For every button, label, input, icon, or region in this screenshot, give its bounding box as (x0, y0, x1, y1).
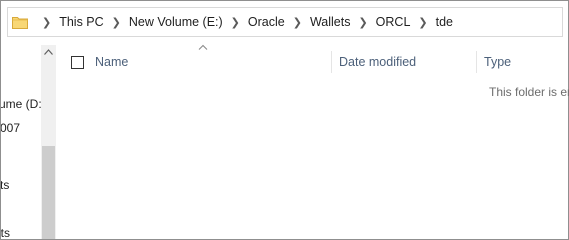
breadcrumb-oracle[interactable]: ❯ Oracle (223, 15, 285, 29)
chevron-right-icon[interactable]: ❯ (418, 16, 427, 29)
chevron-right-icon[interactable]: ❯ (42, 16, 51, 29)
column-label: Date modified (339, 55, 417, 69)
chevron-right-icon[interactable]: ❯ (293, 16, 302, 29)
scroll-up-button[interactable] (41, 45, 56, 59)
column-label: Type (484, 55, 512, 69)
nav-item-drive-d[interactable]: ume (D: (1, 97, 42, 111)
empty-folder-message: This folder is em (489, 85, 569, 99)
nav-scrollbar[interactable] (41, 45, 56, 239)
breadcrumb-label[interactable]: ORCL (376, 15, 411, 29)
column-header-date-modified[interactable]: Date modified (331, 51, 483, 73)
breadcrumb-wallets[interactable]: ❯ Wallets (285, 15, 351, 29)
chevron-right-icon[interactable]: ❯ (231, 16, 240, 29)
chevron-up-icon (44, 49, 53, 55)
breadcrumb-orcl[interactable]: ❯ ORCL (350, 15, 410, 29)
scroll-thumb[interactable] (42, 146, 55, 239)
breadcrumb-label[interactable]: Wallets (310, 15, 351, 29)
column-header-name[interactable]: Name (71, 51, 329, 73)
breadcrumb-this-pc[interactable]: ❯ This PC (34, 15, 104, 29)
breadcrumb-new-volume[interactable]: ❯ New Volume (E:) (104, 15, 223, 29)
select-all-checkbox[interactable] (71, 55, 84, 69)
sort-ascending-icon (198, 44, 208, 50)
chevron-right-icon[interactable]: ❯ (358, 16, 367, 29)
breadcrumb-label[interactable]: This PC (59, 15, 103, 29)
file-list: Name Date modified Type This folder is e… (57, 41, 569, 239)
nav-item-folder[interactable]: 007 (1, 121, 20, 135)
chevron-right-icon[interactable]: ❯ (112, 16, 121, 29)
nav-item-folder[interactable]: ts (1, 178, 9, 192)
column-header-type[interactable]: Type (476, 51, 569, 73)
folder-icon (12, 17, 28, 29)
breadcrumb-label[interactable]: New Volume (E:) (129, 15, 223, 29)
breadcrumb-label[interactable]: tde (436, 15, 453, 29)
nav-item-folder[interactable]: nts (1, 226, 10, 239)
explorer-window: ❯ This PC ❯ New Volume (E:) ❯ Oracle ❯ W… (0, 0, 569, 240)
address-bar[interactable]: ❯ This PC ❯ New Volume (E:) ❯ Oracle ❯ W… (7, 7, 563, 37)
column-label: Name (95, 55, 129, 69)
breadcrumb-label[interactable]: Oracle (248, 15, 285, 29)
breadcrumb-tde[interactable]: ❯ tde (410, 15, 453, 29)
